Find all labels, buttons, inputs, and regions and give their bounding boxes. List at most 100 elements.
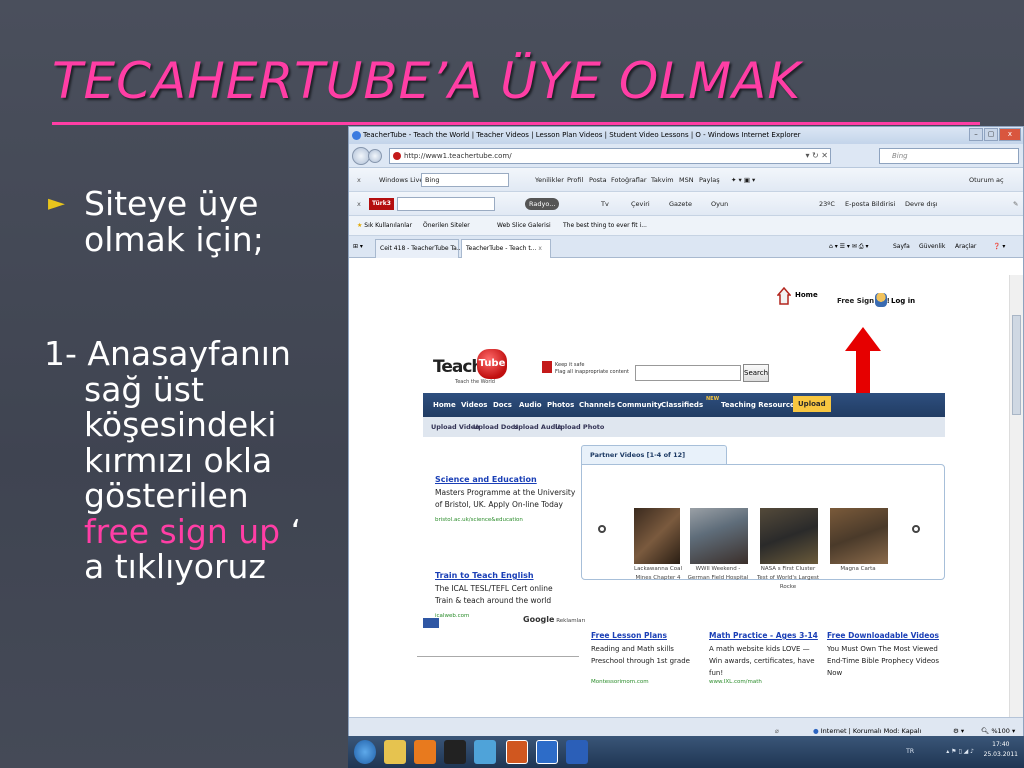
web-slice-gallery-link[interactable]: Web Slice Galerisi [497, 216, 551, 236]
live-search-input[interactable]: Bing [421, 173, 509, 187]
tv-button[interactable]: Tv [601, 192, 609, 216]
ad-url-math-practice[interactable]: www.IXL.com/math [709, 679, 762, 685]
nav-photos[interactable]: Photos [547, 393, 574, 417]
video-thumbnail[interactable] [634, 508, 680, 564]
media-player-icon[interactable] [414, 740, 436, 764]
nav-audio[interactable]: Audio [519, 393, 542, 417]
nav-videos[interactable]: Videos [461, 393, 487, 417]
currency-button[interactable]: Devre dışı [905, 192, 938, 216]
nav-channels[interactable]: Channels [579, 393, 615, 417]
start-button[interactable] [354, 740, 376, 764]
nav-docs[interactable]: Docs [493, 393, 512, 417]
video-caption[interactable]: NASA s First Cluster Test of World's Lar… [756, 565, 820, 592]
ad-title-science[interactable]: Science and Education [435, 475, 537, 484]
signin-link[interactable]: Oturum aç [969, 168, 1004, 192]
lang-indicator[interactable]: TR [906, 736, 914, 768]
ad-title-lesson-plans[interactable]: Free Lesson Plans [591, 631, 667, 640]
turk3-search-input[interactable] [397, 197, 495, 211]
tab-close-icon[interactable]: x [538, 245, 542, 252]
toolbar-link-paylas[interactable]: Paylaş [699, 168, 720, 192]
toolbar-link-takvim[interactable]: Takvim [651, 168, 674, 192]
video-thumbnail[interactable] [760, 508, 818, 564]
explorer-icon[interactable] [384, 740, 406, 764]
powerpoint-icon[interactable] [506, 740, 528, 764]
translate-button[interactable]: Çeviri [631, 192, 650, 216]
refresh-stop-icon[interactable]: ▾ ↻ ✕ [805, 149, 828, 163]
para-line-5: gösterilen [84, 476, 249, 515]
ad-pager-icon[interactable] [423, 618, 439, 628]
tab-ceit418[interactable]: Ceit 418 - TeacherTube Ta... [375, 239, 463, 258]
toolbar-link-profil[interactable]: Profil [567, 168, 583, 192]
home-link[interactable]: Home [795, 291, 818, 299]
toolbar-widgets-icon[interactable]: ✦ ▾ ▣ ▾ [731, 168, 755, 192]
newspaper-button[interactable]: Gazete [669, 192, 692, 216]
home-rss-print-icons[interactable]: ⌂ ▾ ☰ ▾ ✉ ⎙ ▾ [829, 236, 869, 258]
scrollbar-thumb[interactable] [1012, 315, 1021, 415]
slide-title: TECAHERTUBE’A ÜYE OLMAK [52, 52, 802, 110]
mail-notify-button[interactable]: E-posta Bildirisi [845, 192, 895, 216]
windows-live-link[interactable]: Windows Live [379, 168, 423, 192]
nav-teaching-resources[interactable]: Teaching Resources [721, 393, 799, 417]
ad-url-lesson-plans[interactable]: Montessorimom.com [591, 679, 649, 685]
toolbar-link-posta[interactable]: Posta [589, 168, 607, 192]
video-thumbnail[interactable] [690, 508, 748, 564]
nav-classifieds[interactable]: Classifieds [661, 393, 703, 417]
weather-temp[interactable]: 23ºC [819, 192, 835, 216]
favorites-button[interactable]: ★ Sık Kullanılanlar [357, 216, 412, 236]
tools-menu[interactable]: Araçlar [955, 236, 976, 258]
ad-title-free-videos[interactable]: Free Downloadable Videos [827, 631, 939, 640]
maximize-button[interactable]: ▢ [984, 128, 998, 141]
site-search-button[interactable]: Search [743, 364, 769, 382]
home-icon[interactable] [777, 287, 791, 305]
ie-icon [352, 131, 361, 140]
wrench-icon[interactable]: ✎ [1013, 192, 1018, 216]
radio-button[interactable]: Radyo... [525, 198, 560, 210]
toolbar-link-msn[interactable]: MSN [679, 168, 694, 192]
site-search-input[interactable] [635, 365, 741, 381]
video-caption[interactable]: WWII Weekend - German Field Hospital [686, 565, 750, 583]
close-window-button[interactable]: x [999, 128, 1021, 141]
login-link[interactable]: Log in [891, 297, 915, 305]
ad-title-tefl[interactable]: Train to Teach English [435, 571, 534, 580]
ad-url-tefl[interactable]: icalweb.com [435, 609, 469, 623]
partner-videos-tab[interactable]: Partner Videos [1-4 of 12] [581, 445, 727, 465]
minimize-button[interactable]: – [969, 128, 983, 141]
toolbar-close-icon[interactable]: x [357, 168, 361, 192]
nav-home[interactable]: Home [433, 393, 456, 417]
tray-icons[interactable]: ▴ ⚑ ▯ ◢ ♪ [946, 736, 974, 768]
page-menu[interactable]: Sayfa [893, 236, 910, 258]
toolbar-link-fotograflar[interactable]: Fotoğraflar [611, 168, 647, 192]
quick-tabs-icon[interactable]: ⊞ ▾ [353, 236, 363, 258]
ad-title-math-practice[interactable]: Math Practice - Ages 3-14 [709, 631, 818, 640]
facebook-favorite-link[interactable]: The best thing to ever fit i... [563, 216, 647, 236]
games-button[interactable]: Oyun [711, 192, 728, 216]
video-thumbnail[interactable] [830, 508, 888, 564]
suggested-sites-link[interactable]: Önerilen Siteler [423, 216, 470, 236]
subnav-upload-docs[interactable]: Upload Docs [473, 417, 519, 437]
help-icon[interactable]: ❓ ▾ [993, 236, 1005, 258]
vertical-scrollbar[interactable] [1009, 275, 1023, 717]
toolbar2-close-icon[interactable]: x [357, 192, 361, 216]
clock[interactable]: 17:40 25.03.2011 [984, 740, 1018, 760]
safety-menu[interactable]: Güvenlik [919, 236, 945, 258]
ad-url-science[interactable]: bristol.ac.uk/science&education [435, 513, 523, 527]
bing-search-input[interactable]: Bing [879, 148, 1019, 164]
internet-explorer-icon[interactable] [536, 740, 558, 764]
next-arrow-icon[interactable] [912, 525, 920, 533]
forward-button[interactable] [368, 149, 382, 163]
subnav-upload-photo[interactable]: Upload Photo [555, 417, 604, 437]
toolbar-link-yenilikler[interactable]: Yenilikler [535, 168, 564, 192]
video-caption[interactable]: Lackawanna Coal Mines Chapter 4 [626, 565, 690, 583]
nav-upload-button[interactable]: Upload [793, 396, 831, 412]
teachertube-logo[interactable]: Teacher Tube Teach the World [433, 341, 523, 387]
turk3-logo-button[interactable]: Türk3 [369, 198, 394, 210]
nav-community[interactable]: Community [617, 393, 662, 417]
video-caption[interactable]: Magna Carta [826, 565, 890, 574]
prev-arrow-icon[interactable] [598, 525, 606, 533]
address-input[interactable]: http://www1.teachertube.com/ ▾ ↻ ✕ [389, 148, 831, 164]
word-icon[interactable] [566, 740, 588, 764]
tab-teachertube[interactable]: TeacherTube - Teach t... x [461, 239, 551, 258]
divider [417, 656, 579, 657]
app-icon[interactable] [444, 740, 466, 764]
messenger-icon[interactable] [474, 740, 496, 764]
